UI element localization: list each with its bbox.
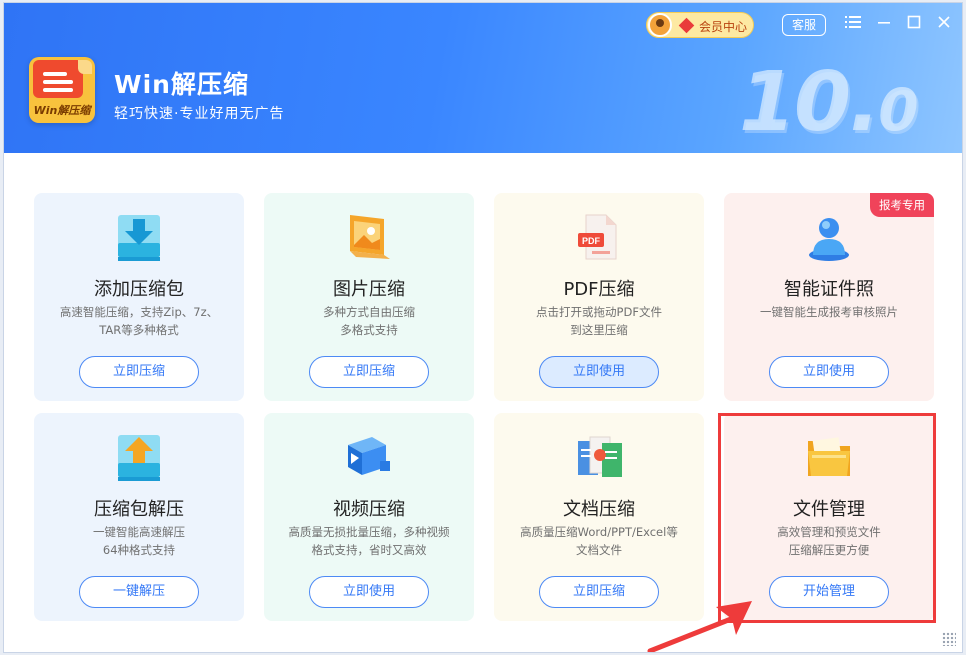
diamond-icon (678, 17, 695, 34)
card-title: PDF压缩 (563, 279, 635, 300)
card-extract-archive[interactable]: 压缩包解压 一键智能高速解压 64种格式支持 一键解压 (34, 413, 244, 621)
document-icon (574, 431, 624, 483)
card-description: 一键智能高速解压 64种格式支持 (93, 525, 185, 557)
app-logo: Win解压缩 (29, 57, 95, 123)
one-click-extract-button[interactable]: 一键解压 (79, 576, 199, 608)
card-pdf-compress[interactable]: PDF PDF压缩 点击打开或拖动PDF文件 到这里压缩 立即使用 (494, 193, 704, 401)
card-title: 压缩包解压 (94, 499, 184, 520)
vip-center-button[interactable]: 会员中心 (646, 12, 754, 38)
card-description: 点击打开或拖动PDF文件 到这里压缩 (536, 305, 662, 337)
card-title: 文档压缩 (563, 499, 635, 520)
compress-now-button[interactable]: 立即压缩 (309, 356, 429, 388)
pdf-icon: PDF (574, 211, 624, 263)
use-now-button[interactable]: 立即使用 (539, 356, 659, 388)
card-add-archive[interactable]: 添加压缩包 高速智能压缩，支持Zip、7z、 TAR等多种格式 立即压缩 (34, 193, 244, 401)
avatar (648, 13, 672, 37)
card-document-compress[interactable]: 文档压缩 高质量压缩Word/PPT/Excel等 文档文件 立即压缩 (494, 413, 704, 621)
close-icon[interactable] (935, 15, 953, 33)
card-description: 高质量无损批量压缩，多种视频 格式支持，省时又高效 (288, 525, 450, 557)
card-image-compress[interactable]: 图片压缩 多种方式自由压缩 多格式支持 立即压缩 (264, 193, 474, 401)
compress-now-button[interactable]: 立即压缩 (539, 576, 659, 608)
use-now-button[interactable]: 立即使用 (309, 576, 429, 608)
header-banner: Win解压缩 Win解压缩 轻巧快速·专业好用无广告 10.0 会员中心 客服 (4, 3, 962, 153)
minimize-icon[interactable] (875, 15, 893, 33)
compress-now-button[interactable]: 立即压缩 (79, 356, 199, 388)
app-window: Win解压缩 Win解压缩 轻巧快速·专业好用无广告 10.0 会员中心 客服 (3, 2, 963, 653)
version-number: 10.0 (739, 55, 919, 150)
svg-text:PDF: PDF (582, 236, 601, 246)
customer-service-button[interactable]: 客服 (782, 14, 826, 36)
maximize-icon[interactable] (905, 15, 923, 33)
video-icon (344, 431, 394, 483)
app-title: Win解压缩 (114, 70, 249, 99)
app-subtitle: 轻巧快速·专业好用无广告 (114, 106, 285, 122)
pointer-arrow-icon (647, 601, 752, 652)
resize-grip[interactable] (942, 632, 956, 646)
upload-box-icon (114, 431, 164, 483)
card-description: 高质量压缩Word/PPT/Excel等 文档文件 (520, 525, 678, 557)
card-video-compress[interactable]: 视频压缩 高质量无损批量压缩，多种视频 格式支持，省时又高效 立即使用 (264, 413, 474, 621)
logo-text: Win解压缩 (33, 104, 91, 117)
id-photo-icon (804, 211, 854, 263)
download-box-icon (114, 211, 164, 263)
vip-label: 会员中心 (699, 20, 748, 34)
card-title: 图片压缩 (333, 279, 405, 300)
highlight-frame (718, 413, 936, 623)
card-title: 智能证件照 (784, 279, 874, 300)
exam-tag-badge: 报考专用 (870, 193, 934, 217)
menu-icon[interactable] (844, 15, 862, 33)
card-description: 多种方式自由压缩 多格式支持 (323, 305, 415, 337)
card-title: 添加压缩包 (94, 279, 184, 300)
card-title: 视频压缩 (333, 499, 405, 520)
card-description: 高速智能压缩，支持Zip、7z、 TAR等多种格式 (59, 305, 219, 337)
card-description: 一键智能生成报考审核照片 (760, 305, 898, 319)
use-now-button[interactable]: 立即使用 (769, 356, 889, 388)
card-id-photo[interactable]: 报考专用 智能证件照 一键智能生成报考审核照片 立即使用 (724, 193, 934, 401)
image-icon (344, 211, 394, 263)
